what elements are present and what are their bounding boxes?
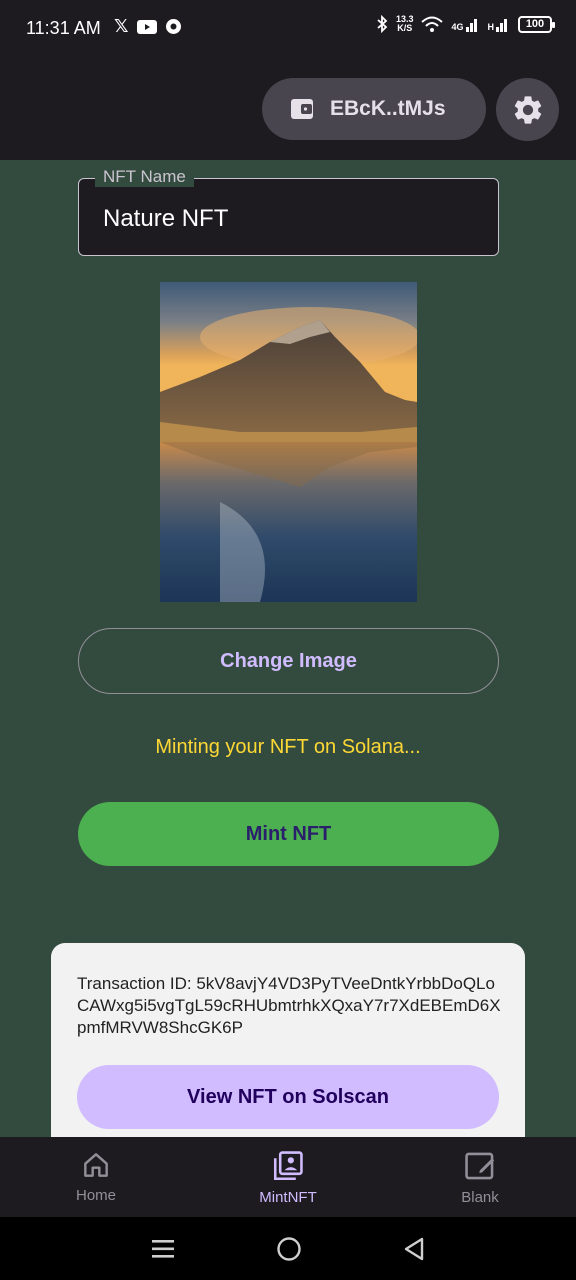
network-speed-unit: K/S xyxy=(397,23,413,33)
home-circle-icon[interactable] xyxy=(276,1236,302,1262)
top-app-bar: 11:31 AM 𝕏 13.3 K/S 4G H 100 EBcK..tMJs xyxy=(0,0,576,160)
settings-button[interactable] xyxy=(496,78,559,141)
nft-name-field[interactable]: NFT Name xyxy=(78,167,499,256)
minting-status-text: Minting your NFT on Solana... xyxy=(155,736,421,758)
aperture-icon xyxy=(165,19,181,34)
wifi-icon xyxy=(421,16,444,32)
change-image-button[interactable]: Change Image xyxy=(78,628,499,694)
bottom-navigation: Home MintNFT Blank xyxy=(0,1137,576,1217)
view-on-solscan-button[interactable]: View NFT on Solscan xyxy=(77,1065,499,1129)
mint-nft-button[interactable]: Mint NFT xyxy=(78,802,499,866)
nav-item-mintnft[interactable]: MintNFT xyxy=(192,1137,384,1217)
nav-label-blank: Blank xyxy=(461,1189,499,1206)
nav-item-blank[interactable]: Blank xyxy=(384,1137,576,1217)
recent-apps-icon[interactable] xyxy=(151,1238,175,1260)
wallet-icon xyxy=(291,99,313,119)
status-time: 11:31 AM xyxy=(26,18,101,38)
signal-icon xyxy=(465,19,477,32)
status-notification-icons: 𝕏 xyxy=(114,16,182,37)
edit-icon xyxy=(465,1152,495,1180)
transaction-card: Transaction ID: 5kV8avjY4VD3PyTVeeDntkYr… xyxy=(51,943,525,1143)
transaction-id-text: Transaction ID: 5kV8avjY4VD3PyTVeeDntkYr… xyxy=(77,974,501,1037)
wallet-address-button[interactable]: EBcK..tMJs xyxy=(262,78,486,140)
battery-indicator: 100 xyxy=(518,15,555,33)
home-icon xyxy=(84,1153,108,1177)
system-navigation-bar xyxy=(0,1217,576,1280)
back-triangle-icon[interactable] xyxy=(403,1237,425,1261)
nft-image-preview xyxy=(160,282,417,602)
signal-icon-2 xyxy=(496,19,507,32)
nav-label-mintnft: MintNFT xyxy=(259,1189,317,1206)
mountain-lake-image xyxy=(160,282,417,602)
gallery-icon xyxy=(273,1151,303,1181)
youtube-icon xyxy=(136,19,157,34)
gear-icon xyxy=(514,95,541,124)
network-type-label: 4G xyxy=(451,22,464,32)
nav-item-home[interactable]: Home xyxy=(0,1137,192,1217)
nav-label-home: Home xyxy=(75,1187,116,1204)
nft-name-label: NFT Name xyxy=(95,167,194,187)
status-system-icons: 13.3 K/S 4G H 100 xyxy=(376,15,555,33)
nft-name-input[interactable] xyxy=(103,201,473,237)
network-type-label-2: H xyxy=(487,22,495,32)
wallet-address-label: EBcK..tMJs xyxy=(330,97,446,120)
x-app-icon: 𝕏 xyxy=(114,16,129,36)
bluetooth-icon xyxy=(377,15,388,33)
